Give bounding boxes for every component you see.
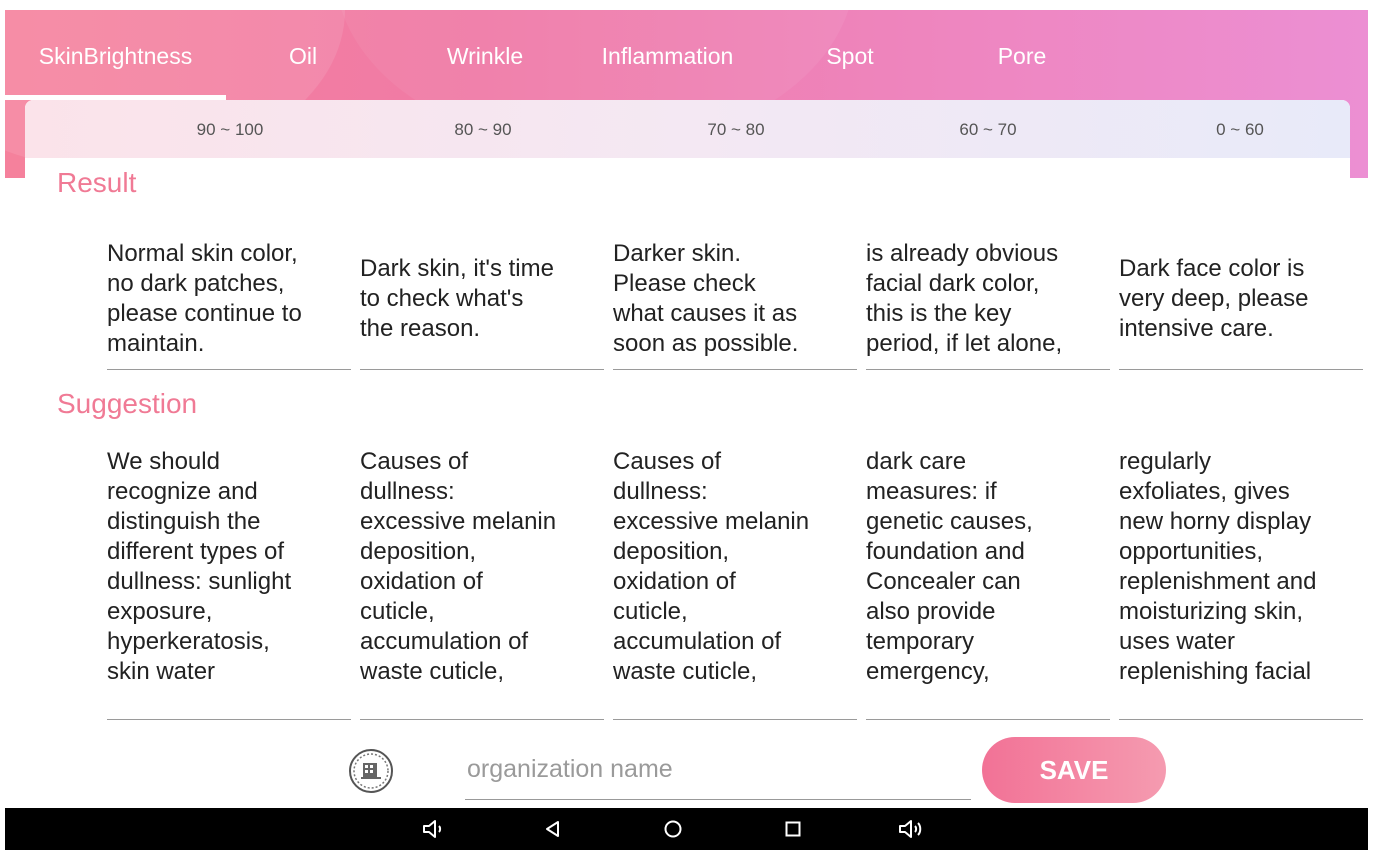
save-button[interactable]: SAVE	[982, 737, 1166, 803]
suggestion-cell: We should recognize and distinguish the …	[107, 447, 351, 720]
tab-skinbrightness[interactable]: SkinBrightness	[5, 10, 226, 100]
volume-down-icon[interactable]	[413, 812, 453, 846]
range-label: 0 ~ 60	[1216, 120, 1264, 139]
home-icon[interactable]	[653, 812, 693, 846]
range-label: 70 ~ 80	[707, 120, 765, 139]
range-label: 60 ~ 70	[959, 120, 1017, 139]
tab-bar: SkinBrightness Oil Wrinkle Inflammation …	[5, 10, 1368, 100]
result-cell: Dark face color is very deep, please int…	[1119, 228, 1363, 370]
suggestion-cell: Causes of dullness: excessive melanin de…	[613, 447, 857, 720]
system-nav-bar	[5, 808, 1368, 850]
range-label: 80 ~ 90	[454, 120, 512, 139]
result-cell: Dark skin, it's time to check what's the…	[360, 228, 604, 370]
suggestion-cell: Causes of dullness: excessive melanin de…	[360, 447, 604, 720]
result-cell: Darker skin. Please check what causes it…	[613, 228, 857, 370]
recents-icon[interactable]	[773, 812, 813, 846]
result-cell: Normal skin color, no dark patches, plea…	[107, 228, 351, 370]
tab-oil[interactable]: Oil	[263, 10, 343, 98]
result-title: Result	[57, 167, 137, 198]
suggestion-title: Suggestion	[57, 388, 198, 419]
organization-name-input[interactable]	[465, 740, 971, 800]
range-label: 90 ~ 100	[196, 120, 264, 139]
suggestion-cell: regularly exfoliates, gives new horny di…	[1119, 447, 1363, 720]
tab-inflammation[interactable]: Inflammation	[580, 10, 755, 98]
volume-up-icon[interactable]	[891, 812, 931, 846]
tab-wrinkle[interactable]: Wrinkle	[425, 10, 545, 98]
tab-pore[interactable]: Pore	[977, 10, 1067, 98]
back-icon[interactable]	[533, 812, 573, 846]
result-cell: is already obvious facial dark color, th…	[866, 228, 1110, 370]
suggestion-cell: dark care measures: if genetic causes, f…	[866, 447, 1110, 720]
tab-spot[interactable]: Spot	[805, 10, 895, 98]
building-icon	[348, 748, 394, 794]
